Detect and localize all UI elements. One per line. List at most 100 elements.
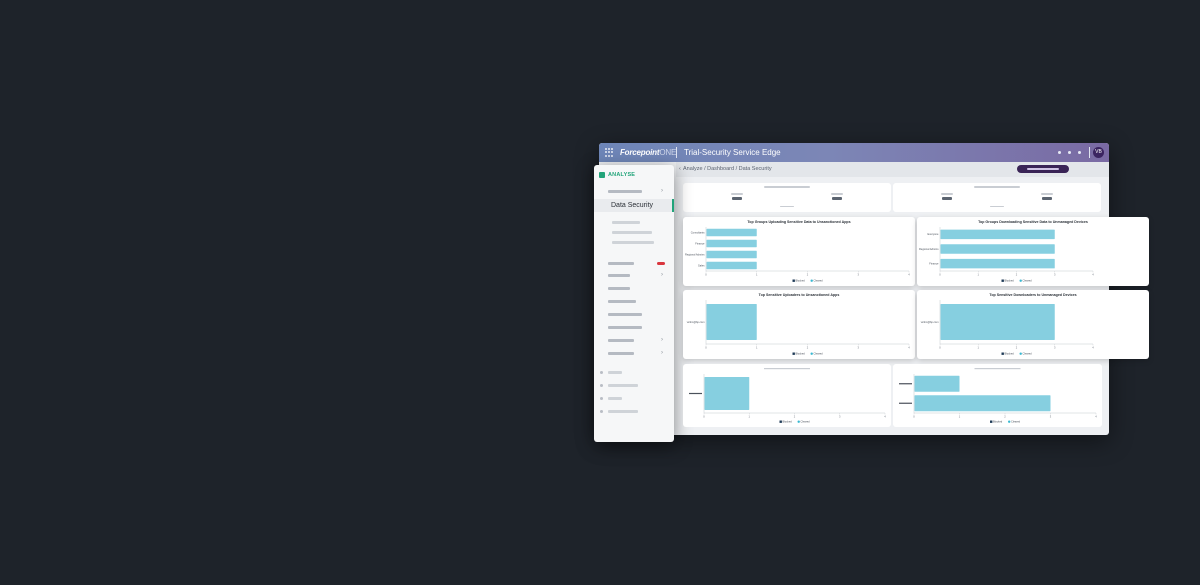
bar — [706, 261, 757, 270]
legend-label-blocked: Blocked — [993, 420, 1003, 424]
x-tick-label: 4 — [1092, 346, 1094, 350]
legend-label-blocked: Blocked — [1005, 352, 1015, 356]
back-chevron-icon[interactable]: ‹ — [679, 166, 681, 172]
category-label-placeholder — [689, 392, 702, 395]
user-avatar[interactable]: VB — [1093, 147, 1104, 158]
x-tick-label: 3 — [858, 273, 860, 277]
x-tick-label: 4 — [908, 273, 910, 277]
chart-svg: 0 1 2 3 4 Everyone Regional Admins Finance Block… — [919, 227, 1094, 283]
chart-panel-uploading-groups: Top Groups Uploading Sensitive Data to U… — [683, 217, 915, 286]
bar — [940, 244, 1055, 254]
x-tick-label: 4 — [1092, 273, 1094, 277]
bar — [914, 375, 960, 392]
chart-svg: 0 1 2 3 4 Consultants Finance Regional Admins Sa… — [685, 227, 910, 283]
tenant-title: Trial-Security Service Edge — [684, 148, 781, 157]
category-label-placeholder — [899, 402, 912, 404]
settings-icon[interactable] — [1078, 151, 1081, 154]
bar — [940, 229, 1055, 240]
category-label: victim@bp.com — [921, 320, 939, 324]
bar — [706, 228, 757, 237]
sidebar-item[interactable] — [608, 287, 630, 290]
breadcrumb[interactable]: Analyze / Dashboard / Data Security — [683, 166, 772, 172]
legend-label-cleared: Cleared — [1023, 352, 1033, 356]
notification-icon[interactable] — [1058, 151, 1061, 154]
sidebar-item[interactable] — [608, 384, 638, 387]
category-label: Everyone — [928, 232, 940, 236]
legend-label-blocked: Blocked — [796, 352, 806, 356]
sidebar-item[interactable] — [608, 397, 622, 400]
sidebar-subitem[interactable] — [612, 241, 654, 244]
x-tick-label: 0 — [913, 415, 915, 419]
sidebar-item[interactable] — [608, 371, 622, 374]
bar — [940, 304, 1055, 340]
sidebar-subitem[interactable] — [612, 231, 652, 234]
category-label: Sales — [698, 263, 705, 267]
sidebar-item-label: Data Security — [611, 202, 654, 209]
x-tick-label: 0 — [939, 346, 941, 350]
help-icon[interactable] — [1068, 151, 1071, 154]
x-tick-label: 4 — [908, 346, 910, 350]
x-tick-label: 4 — [1095, 415, 1097, 419]
sidebar-item[interactable] — [608, 410, 638, 413]
toolbar-divider — [1089, 147, 1090, 158]
x-tick-label: 0 — [703, 415, 705, 419]
chart-panel-downloading-groups: Top Groups Downloading Sensitive Data to… — [917, 217, 1149, 286]
chart-panel-bottom-right: 0 1 2 3 4 Blocked Cleared — [893, 364, 1102, 427]
chart-svg: 0 1 2 3 4 victim@bp.com Blocked Cleared — [921, 300, 1094, 356]
chevron-right-icon: › — [661, 188, 663, 194]
chart-panel-bottom-left: 0 1 2 3 4 Blocked Cleared — [683, 364, 891, 427]
dot-icon — [600, 410, 603, 413]
category-label: Regional Admins — [919, 247, 939, 251]
dot-icon — [600, 397, 603, 400]
sidebar-item-1[interactable] — [608, 190, 642, 193]
chart-svg: 0 1 2 3 4 victim@bp.com Blocked Cleared — [687, 300, 910, 356]
chevron-right-icon: › — [661, 272, 663, 278]
x-tick-label: 1 — [756, 346, 758, 350]
title-placeholder — [974, 368, 1021, 370]
analyse-icon — [599, 172, 605, 178]
app-grid-icon[interactable] — [605, 148, 614, 157]
x-tick-label: 2 — [794, 415, 796, 419]
x-tick-label: 1 — [749, 415, 751, 419]
sidebar-item[interactable] — [608, 262, 634, 265]
category-label: Finance — [929, 262, 939, 266]
x-tick-label: 0 — [705, 273, 707, 277]
category-label: victim@bp.com — [687, 320, 705, 324]
legend-label-cleared: Cleared — [814, 352, 824, 356]
filter-button[interactable] — [1017, 165, 1069, 173]
sidebar: ANALYSE › Data Security › › › — [594, 165, 674, 442]
dot-icon — [600, 384, 603, 387]
legend-label-blocked: Blocked — [783, 420, 793, 424]
legend-label-cleared: Cleared — [814, 279, 824, 283]
x-tick-label: 2 — [1016, 346, 1018, 350]
chart-svg: 0 1 2 3 4 Blocked Cleared — [689, 368, 886, 424]
x-tick-label: 2 — [807, 273, 809, 277]
sidebar-item[interactable] — [608, 300, 636, 303]
bar — [706, 239, 757, 248]
dot-icon — [600, 371, 603, 374]
x-tick-label: 2 — [1004, 415, 1006, 419]
sidebar-item[interactable] — [608, 274, 630, 277]
sidebar-section-analyse[interactable]: ANALYSE — [608, 172, 635, 178]
sidebar-item[interactable] — [608, 352, 634, 355]
legend-label-cleared: Cleared — [1011, 420, 1021, 424]
legend-label-blocked: Blocked — [796, 279, 806, 283]
x-tick-label: 1 — [756, 273, 758, 277]
legend-label-blocked: Blocked — [1005, 279, 1015, 283]
x-tick-label: 3 — [1050, 415, 1052, 419]
summary-card-left — [683, 183, 891, 212]
x-tick-label: 3 — [1054, 346, 1056, 350]
title-placeholder — [764, 368, 810, 370]
x-tick-label: 2 — [807, 346, 809, 350]
brand-logo: ForcepointONE — [620, 148, 677, 157]
x-tick-label: 1 — [978, 273, 980, 277]
sidebar-item[interactable] — [608, 339, 634, 342]
chevron-right-icon: › — [661, 337, 663, 343]
bar — [704, 377, 750, 410]
sidebar-item[interactable] — [608, 313, 642, 316]
x-tick-label: 0 — [939, 273, 941, 277]
bar — [940, 258, 1055, 269]
sidebar-item[interactable] — [608, 326, 642, 329]
sidebar-subitem[interactable] — [612, 221, 640, 224]
x-tick-label: 1 — [959, 415, 961, 419]
